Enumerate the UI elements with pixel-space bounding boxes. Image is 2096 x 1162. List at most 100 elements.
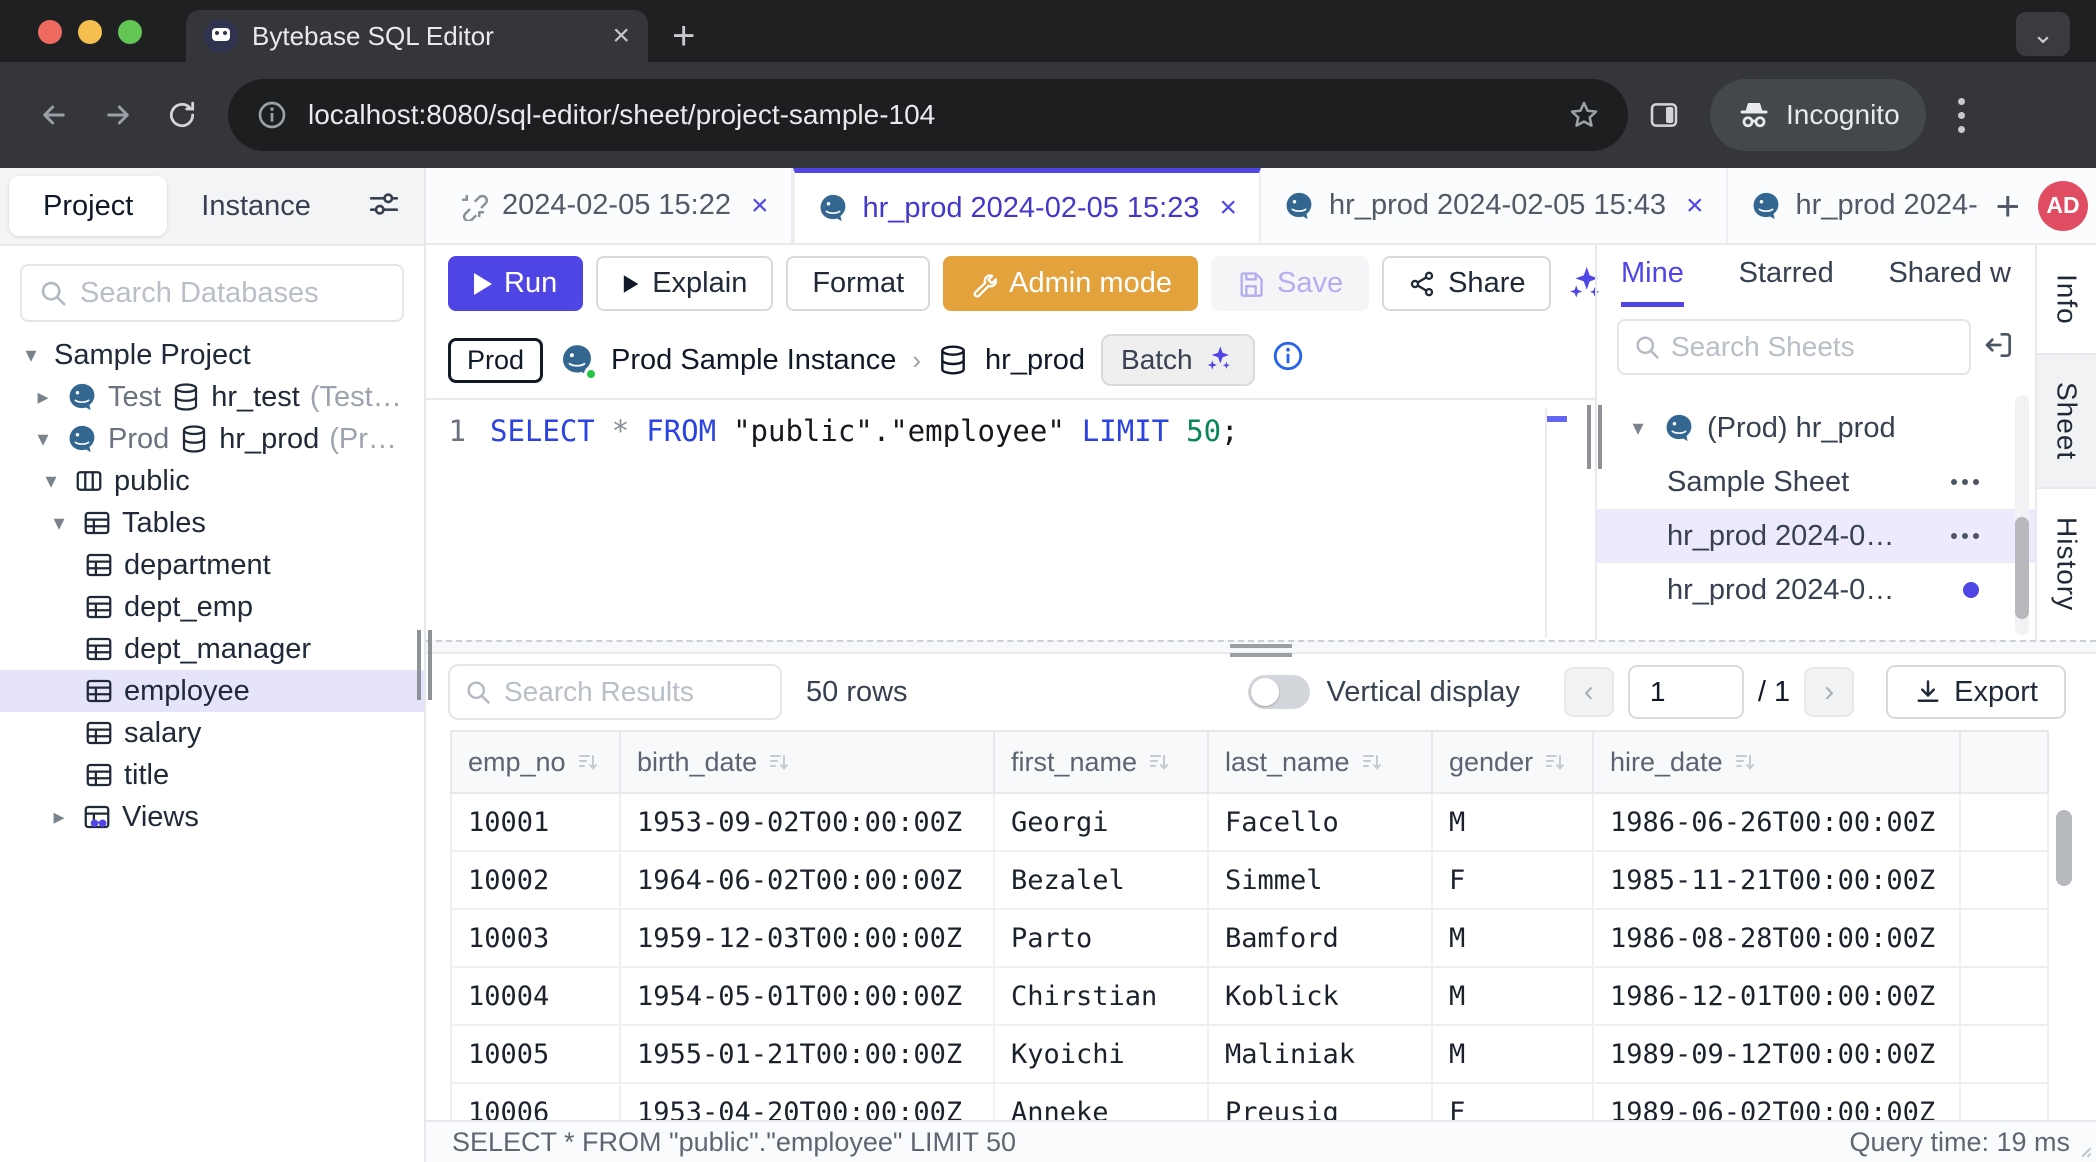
caret-down-icon[interactable]: ▾ xyxy=(38,468,64,494)
sort-icon[interactable] xyxy=(576,750,600,774)
table-cell[interactable]: M xyxy=(1432,967,1593,1025)
scrollbar-thumb[interactable] xyxy=(2056,810,2072,886)
panel-resize-handle-vertical[interactable] xyxy=(1587,405,1602,469)
tree-item-schema-public[interactable]: ▾ public xyxy=(0,460,424,502)
results-divider[interactable] xyxy=(426,640,2096,654)
table-cell[interactable]: 1953-04-20T00:00:00Z xyxy=(620,1083,994,1120)
next-page-button[interactable]: › xyxy=(1804,667,1854,717)
tab-search-chevron-button[interactable]: ⌄ xyxy=(2016,12,2070,56)
table-cell[interactable]: Preusig xyxy=(1208,1083,1432,1120)
tree-item-table-title[interactable]: title xyxy=(0,754,424,796)
vertical-display-toggle[interactable] xyxy=(1248,675,1310,709)
table-cell[interactable]: Bamford xyxy=(1208,909,1432,967)
tree-item-hr-prod[interactable]: ▾ Prod hr_prod (Pr… xyxy=(0,418,424,460)
table-cell[interactable]: F xyxy=(1432,1083,1593,1120)
table-cell[interactable]: Maliniak xyxy=(1208,1025,1432,1083)
database-name[interactable]: hr_prod xyxy=(985,344,1085,377)
address-bar[interactable]: localhost:8080/sql-editor/sheet/project-… xyxy=(228,79,1628,151)
table-cell[interactable]: 1953-09-02T00:00:00Z xyxy=(620,793,994,851)
tree-item-hr-test[interactable]: ▸ Test hr_test (Test… xyxy=(0,376,424,418)
export-button[interactable]: Export xyxy=(1886,665,2066,719)
table-cell[interactable]: 1964-06-02T00:00:00Z xyxy=(620,851,994,909)
filter-sliders-icon[interactable] xyxy=(367,187,401,226)
sheets-search-box[interactable] xyxy=(1617,319,1971,375)
table-cell[interactable]: Bezalel xyxy=(994,851,1208,909)
close-tab-icon[interactable]: × xyxy=(745,189,769,223)
sheet-item[interactable]: hr_prod 2024-0… xyxy=(1597,563,2035,617)
editor-tab-unsaved[interactable]: 2024-02-05 15:22 × xyxy=(436,168,793,243)
column-header-first-name[interactable]: first_name xyxy=(994,731,1208,793)
rail-tab-sheet[interactable]: Sheet xyxy=(2037,353,2096,489)
search-databases-input[interactable] xyxy=(80,277,386,310)
sort-icon[interactable] xyxy=(1543,750,1567,774)
sheet-item-selected[interactable]: hr_prod 2024-0… xyxy=(1597,509,2035,563)
tree-item-table-dept-emp[interactable]: dept_emp xyxy=(0,586,424,628)
bookmark-star-icon[interactable] xyxy=(1568,99,1600,131)
table-cell[interactable]: 10004 xyxy=(451,967,620,1025)
prev-page-button[interactable]: ‹ xyxy=(1564,667,1614,717)
table-cell[interactable]: 10003 xyxy=(451,909,620,967)
close-tab-icon[interactable]: × xyxy=(1680,189,1704,223)
side-panel-icon[interactable] xyxy=(1636,87,1692,143)
column-header-emp-no[interactable]: emp_no xyxy=(451,731,620,793)
caret-down-icon[interactable]: ▾ xyxy=(18,342,44,368)
results-search-box[interactable] xyxy=(448,664,782,720)
caret-down-icon[interactable]: ▾ xyxy=(30,426,56,452)
forward-button[interactable] xyxy=(90,87,146,143)
new-browser-tab-button[interactable]: + xyxy=(672,16,695,56)
tree-item-project[interactable]: ▾ Sample Project xyxy=(0,334,424,376)
search-sheets-input[interactable] xyxy=(1671,331,1955,363)
tree-item-table-salary[interactable]: salary xyxy=(0,712,424,754)
panel-resize-handle-horizontal[interactable] xyxy=(1230,644,1292,657)
page-number-input[interactable] xyxy=(1628,665,1744,719)
editor-tab[interactable]: hr_prod 2024-02-05 15:43 × xyxy=(1261,168,1728,243)
sheet-group-hr-prod[interactable]: ▾ (Prod) hr_prod xyxy=(1597,401,2035,455)
minimize-window-button[interactable] xyxy=(78,20,102,44)
rail-tab-info[interactable]: Info xyxy=(2037,245,2096,353)
editor-minimap[interactable] xyxy=(1545,408,1569,638)
save-button[interactable]: Save xyxy=(1211,256,1369,311)
table-cell[interactable]: 1986-06-26T00:00:00Z xyxy=(1593,793,1960,851)
search-results-input[interactable] xyxy=(504,676,766,708)
table-cell[interactable]: M xyxy=(1432,909,1593,967)
share-button[interactable]: Share xyxy=(1382,256,1551,311)
caret-right-icon[interactable]: ▸ xyxy=(30,384,56,410)
new-sheet-tab-button[interactable]: + xyxy=(1979,182,2036,230)
connection-info-icon[interactable] xyxy=(1271,339,1305,381)
browser-menu-button[interactable] xyxy=(1942,98,1982,133)
tab-starred[interactable]: Starred xyxy=(1739,257,1834,307)
table-cell[interactable]: Kyoichi xyxy=(994,1025,1208,1083)
sidebar-resize-handle[interactable] xyxy=(417,630,432,700)
url-text[interactable]: localhost:8080/sql-editor/sheet/project-… xyxy=(308,99,1548,131)
database-search-box[interactable] xyxy=(20,264,404,322)
tree-item-table-department[interactable]: department xyxy=(0,544,424,586)
instance-name[interactable]: Prod Sample Instance xyxy=(611,344,896,377)
scrollbar-thumb[interactable] xyxy=(2015,517,2029,619)
table-cell[interactable]: Anneke xyxy=(994,1083,1208,1120)
table-cell[interactable]: 1954-05-01T00:00:00Z xyxy=(620,967,994,1025)
collapse-panel-icon[interactable] xyxy=(1983,329,2015,366)
back-button[interactable] xyxy=(26,87,82,143)
sort-icon[interactable] xyxy=(1147,750,1171,774)
caret-down-icon[interactable]: ▾ xyxy=(46,510,72,536)
format-button[interactable]: Format xyxy=(786,256,930,311)
caret-right-icon[interactable]: ▸ xyxy=(46,804,72,830)
close-tab-icon[interactable]: × xyxy=(612,21,630,51)
column-header-hire-date[interactable]: hire_date xyxy=(1593,731,1960,793)
table-cell[interactable]: 1989-06-02T00:00:00Z xyxy=(1593,1083,1960,1120)
table-cell[interactable]: 10006 xyxy=(451,1083,620,1120)
close-window-button[interactable] xyxy=(38,20,62,44)
table-cell[interactable]: M xyxy=(1432,1025,1593,1083)
table-cell[interactable]: 10005 xyxy=(451,1025,620,1083)
site-info-icon[interactable] xyxy=(256,99,288,131)
sheet-menu-icon[interactable] xyxy=(1951,479,1979,485)
sort-icon[interactable] xyxy=(1360,750,1384,774)
sheet-menu-icon[interactable] xyxy=(1951,533,1979,539)
maximize-window-button[interactable] xyxy=(118,20,142,44)
browser-tab[interactable]: Bytebase SQL Editor × xyxy=(186,10,648,62)
table-cell[interactable]: Chirstian xyxy=(994,967,1208,1025)
tab-shared-with-me[interactable]: Shared w xyxy=(1888,257,2011,307)
sort-icon[interactable] xyxy=(1733,750,1757,774)
user-avatar[interactable]: AD xyxy=(2038,181,2088,231)
table-cell[interactable]: M xyxy=(1432,793,1593,851)
